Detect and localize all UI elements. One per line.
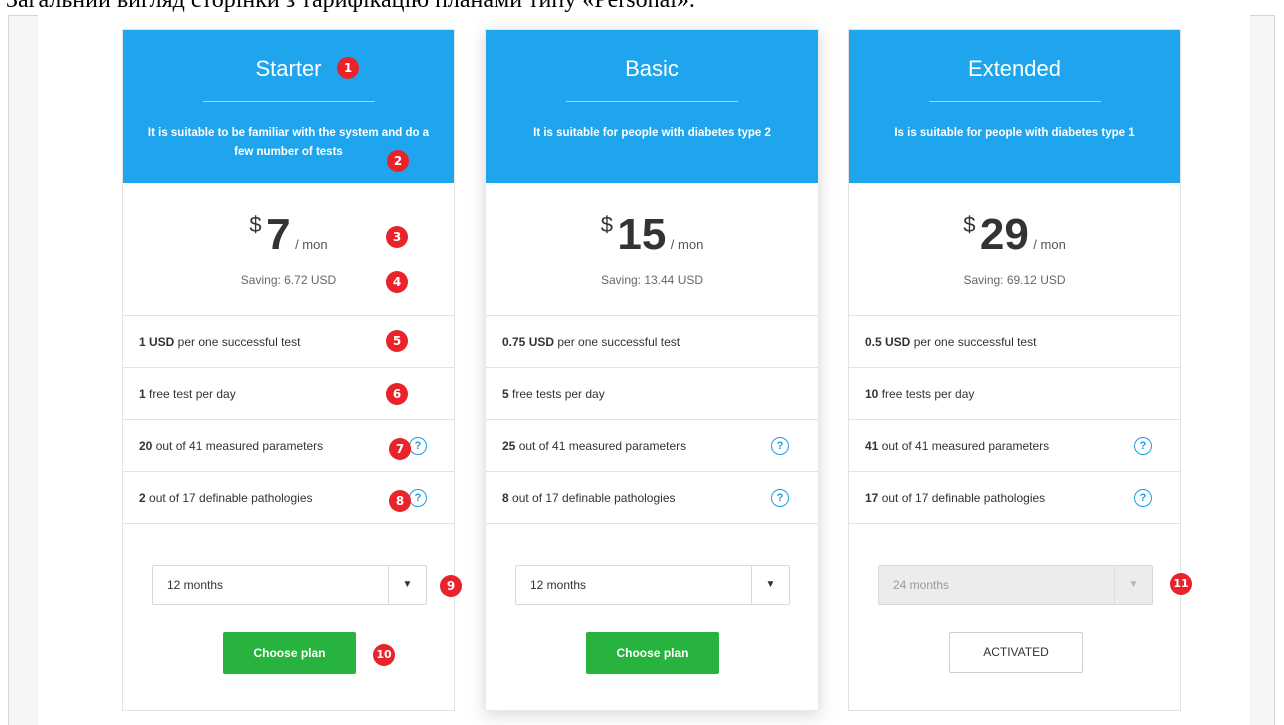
feature-value: 41 xyxy=(865,439,879,453)
feature-label: free test per day xyxy=(145,387,236,401)
feature-free-tests: 10 free tests per day xyxy=(849,368,1180,420)
feature-value: 5 xyxy=(502,387,509,401)
feature-label: per one successful test xyxy=(554,335,681,349)
feature-label: free tests per day xyxy=(508,387,605,401)
price-block: $ 29 / mon Saving: 69.12 USD xyxy=(849,183,1180,316)
feature-price-per-test: 0.75 USD per one successful test xyxy=(486,316,818,368)
feature-price-per-test: 0.5 USD per one successful test xyxy=(849,316,1180,368)
feature-value: 1 USD xyxy=(139,335,175,349)
help-icon[interactable]: ? xyxy=(409,437,427,455)
price-period: / mon xyxy=(1033,237,1066,252)
duration-select-value: 12 months xyxy=(530,578,587,592)
feature-label: out of 17 definable pathologies xyxy=(145,491,313,505)
plan-title: Basic xyxy=(625,56,679,81)
feature-value: 2 xyxy=(139,491,146,505)
currency-symbol: $ xyxy=(963,212,976,237)
price: $ 29 / mon xyxy=(849,210,1180,260)
feature-pathologies: 17 out of 17 definable pathologies ? xyxy=(849,472,1180,524)
annotation-marker-11: 11 xyxy=(1170,573,1192,595)
feature-value: 0.5 USD xyxy=(865,335,911,349)
price: $ 15 / mon xyxy=(486,210,818,260)
plan-card-starter: Starter It is suitable to be familiar wi… xyxy=(122,29,455,711)
price-period: / mon xyxy=(295,237,328,252)
plan-card-basic: Basic It is suitable for people with dia… xyxy=(485,29,819,711)
help-icon[interactable]: ? xyxy=(771,489,789,507)
plan-title: Extended xyxy=(968,56,1061,81)
feature-label: free tests per day xyxy=(878,387,975,401)
price-amount: 7 xyxy=(266,210,291,259)
feature-value: 25 xyxy=(502,439,516,453)
saving-text: Saving: 69.12 USD xyxy=(963,273,1066,287)
feature-value: 17 xyxy=(865,491,879,505)
annotation-marker-5: 5 xyxy=(386,330,408,352)
annotation-marker-10: 10 xyxy=(373,644,395,666)
help-icon[interactable]: ? xyxy=(771,437,789,455)
plan-header: Extended Is is suitable for people with … xyxy=(849,30,1180,183)
header-divider xyxy=(928,101,1101,102)
feature-value: 8 xyxy=(502,491,509,505)
feature-value: 0.75 USD xyxy=(502,335,555,349)
duration-select-value: 12 months xyxy=(167,578,224,592)
annotation-marker-6: 6 xyxy=(386,383,408,405)
feature-free-tests: 5 free tests per day xyxy=(486,368,818,420)
feature-value: 1 xyxy=(139,387,146,401)
feature-pathologies: 8 out of 17 definable pathologies ? xyxy=(486,472,818,524)
plan-title: Starter xyxy=(255,56,322,81)
duration-select-disabled: 24 months ▼ xyxy=(878,565,1153,605)
price-block: $ 15 / mon Saving: 13.44 USD xyxy=(486,183,818,316)
header-divider xyxy=(202,101,375,102)
duration-select[interactable]: 12 months ▼ xyxy=(152,565,427,605)
help-icon[interactable]: ? xyxy=(409,489,427,507)
feature-value: 10 xyxy=(865,387,879,401)
feature-label: per one successful test xyxy=(910,335,1037,349)
chevron-down-icon[interactable]: ▼ xyxy=(751,566,789,604)
plan-description: It is suitable for people with diabetes … xyxy=(533,127,771,139)
feature-label: out of 41 measured parameters xyxy=(515,439,687,453)
feature-label: out of 17 definable pathologies xyxy=(878,491,1046,505)
plan-description: Is is suitable for people with diabetes … xyxy=(894,127,1135,139)
annotation-marker-7: 7 xyxy=(389,438,411,460)
chevron-down-icon: ▼ xyxy=(1114,566,1152,604)
annotation-marker-8: 8 xyxy=(389,490,411,512)
activated-button: ACTIVATED xyxy=(949,632,1083,673)
choose-plan-button[interactable]: Choose plan xyxy=(223,632,356,674)
feature-label: per one successful test xyxy=(174,335,301,349)
annotation-marker-1: 1 xyxy=(337,57,359,79)
price-amount: 29 xyxy=(979,210,1029,259)
document-caption: Загальний вигляд сторінки з тарифікацію … xyxy=(6,0,695,13)
price-block: $ 7 / mon Saving: 6.72 USD xyxy=(123,183,454,316)
help-icon[interactable]: ? xyxy=(1134,437,1152,455)
feature-label: out of 41 measured parameters xyxy=(878,439,1050,453)
price-period: / mon xyxy=(670,237,704,252)
price-amount: 15 xyxy=(617,210,667,259)
duration-select-value: 24 months xyxy=(893,578,950,592)
feature-parameters: 25 out of 41 measured parameters ? xyxy=(486,420,818,472)
annotation-marker-2: 2 xyxy=(387,150,409,172)
annotation-marker-9: 9 xyxy=(440,575,462,597)
feature-value: 20 xyxy=(139,439,153,453)
annotation-marker-3: 3 xyxy=(386,226,408,248)
saving-text: Saving: 13.44 USD xyxy=(600,273,704,287)
plan-card-extended: Extended Is is suitable for people with … xyxy=(848,29,1181,711)
annotation-marker-4: 4 xyxy=(386,271,408,293)
duration-select[interactable]: 12 months ▼ xyxy=(515,565,790,605)
plan-header: Basic It is suitable for people with dia… xyxy=(486,30,818,183)
chevron-down-icon[interactable]: ▼ xyxy=(388,566,426,604)
feature-parameters: 41 out of 41 measured parameters ? xyxy=(849,420,1180,472)
feature-label: out of 17 definable pathologies xyxy=(508,491,676,505)
feature-label: out of 41 measured parameters xyxy=(152,439,324,453)
choose-plan-button[interactable]: Choose plan xyxy=(586,632,719,674)
header-divider xyxy=(566,101,738,102)
currency-symbol: $ xyxy=(600,212,613,237)
help-icon[interactable]: ? xyxy=(1134,489,1152,507)
currency-symbol: $ xyxy=(249,212,262,237)
